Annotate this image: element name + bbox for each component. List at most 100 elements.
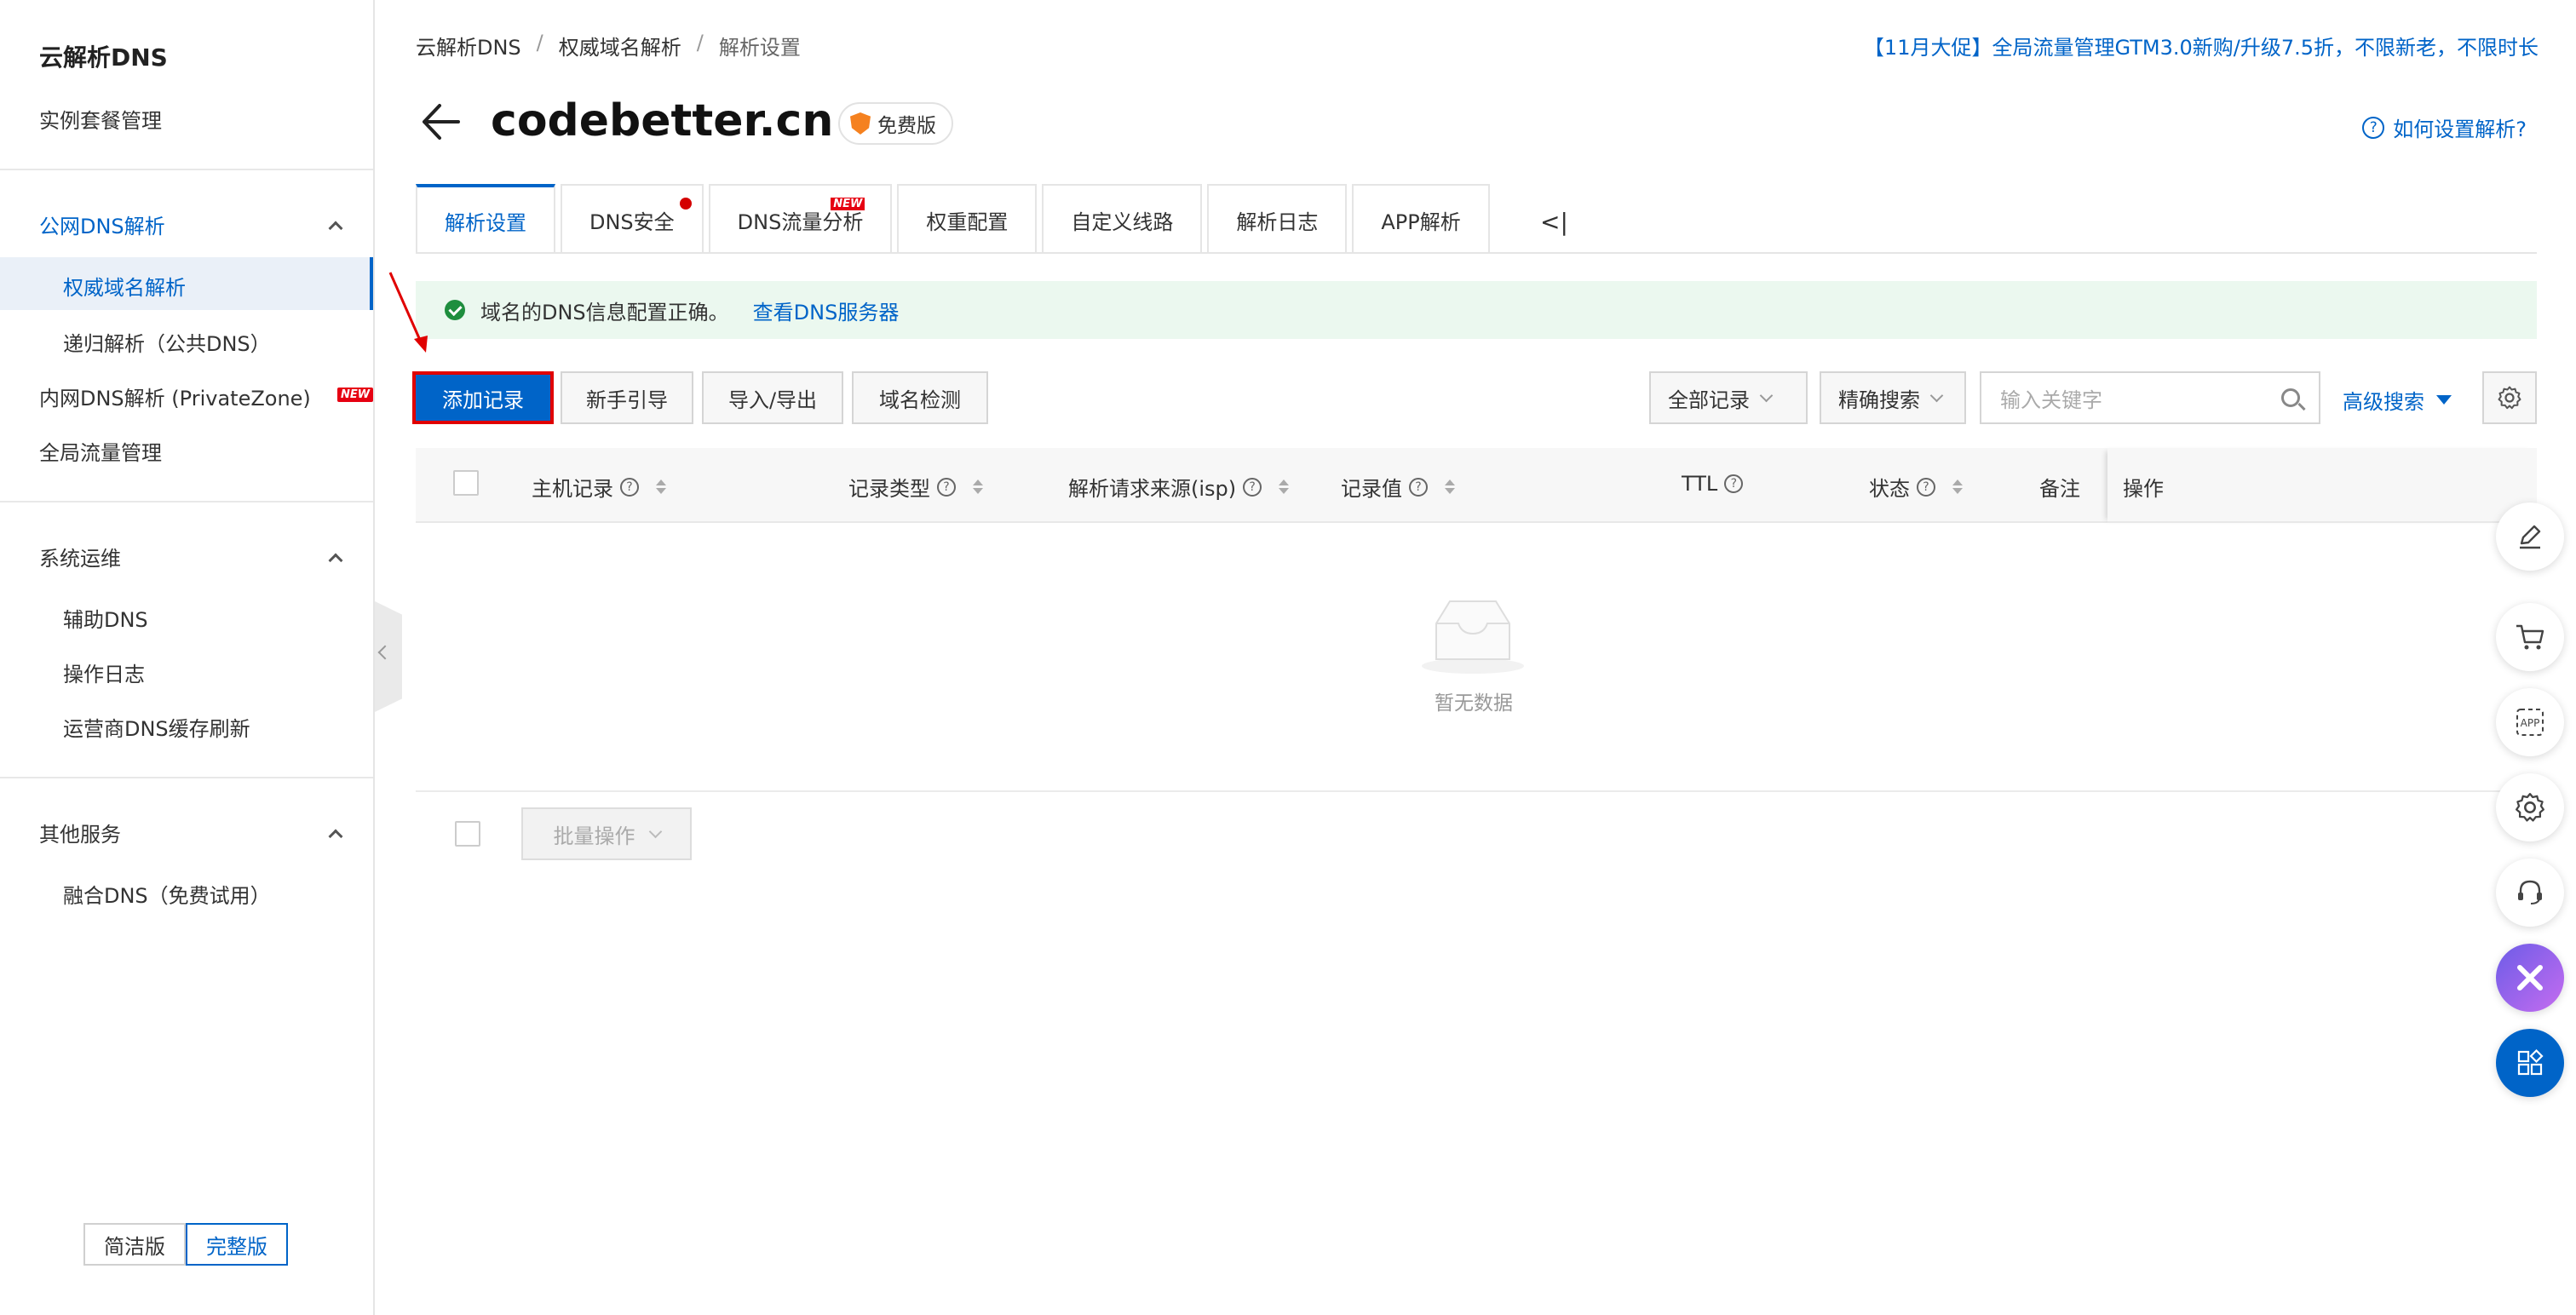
sidebar-item-secondary-dns[interactable]: 辅助DNS [63, 603, 148, 633]
breadcrumb-item[interactable]: 云解析DNS [416, 31, 521, 60]
help-link[interactable]: ? 如何设置解析? [2362, 112, 2527, 142]
back-arrow-icon[interactable] [419, 100, 462, 143]
promo-link[interactable]: 【11月大促】全局流量管理GTM3.0新购/升级7.5折，不限新老，不限时长 [1864, 31, 2539, 60]
help-icon[interactable]: ? [1724, 474, 1744, 493]
chevron-down-icon [648, 824, 662, 838]
settings-float-button[interactable] [2496, 773, 2564, 841]
sidebar-item-private-zone[interactable]: 内网DNS解析 (PrivateZone) [39, 382, 311, 411]
help-icon[interactable]: ? [1917, 477, 1935, 497]
search-mode-select[interactable]: 精确搜索 [1820, 371, 1966, 424]
col-label: 主机记录 [532, 477, 613, 501]
sidebar-item-authoritative[interactable]: 权威域名解析 [63, 271, 186, 301]
batch-select-checkbox[interactable] [455, 821, 480, 847]
dns-status-notice: 域名的DNS信息配置正确。 查看DNS服务器 [416, 281, 2537, 339]
help-icon[interactable]: ? [937, 477, 956, 497]
tab-bar: 解析设置 DNS安全 DNS流量分析 NEW 权重配置 自定义线路 解析日志 AP… [416, 184, 1495, 254]
cart-button[interactable] [2496, 603, 2564, 671]
col-value[interactable]: 记录值 ? [1341, 472, 1455, 502]
tab-traffic-analysis[interactable]: DNS流量分析 NEW [708, 184, 893, 254]
batch-label: 批量操作 [553, 824, 635, 848]
select-value: 全部记录 [1668, 388, 1750, 412]
tab-dns-log[interactable]: 解析日志 [1207, 184, 1348, 254]
select-all-checkbox-wrap [453, 470, 479, 496]
sidebar-group-label: 其他服务 [39, 823, 121, 847]
view-dns-servers-link[interactable]: 查看DNS服务器 [753, 296, 900, 325]
batch-operation-button[interactable]: 批量操作 [521, 807, 692, 860]
keyword-search-input[interactable]: 输入关键字 [1980, 371, 2320, 424]
support-button[interactable] [2496, 858, 2564, 927]
sidebar-item-cache-refresh[interactable]: 运营商DNS缓存刷新 [63, 712, 250, 742]
sidebar-active-row[interactable] [0, 257, 373, 310]
help-icon[interactable]: ? [1243, 477, 1262, 497]
help-icon[interactable]: ? [620, 477, 639, 497]
record-filter-select[interactable]: 全部记录 [1649, 371, 1808, 424]
col-isp[interactable]: 解析请求来源(isp) ? [1068, 472, 1290, 502]
breadcrumb-item[interactable]: 权威域名解析 [559, 31, 681, 60]
breadcrumb-separator: / [696, 31, 704, 55]
select-all-checkbox[interactable] [453, 470, 479, 496]
sort-icon[interactable] [1445, 479, 1455, 494]
import-export-button[interactable]: 导入/导出 [702, 371, 843, 424]
chevron-up-icon [328, 829, 343, 843]
notification-dot [679, 198, 692, 210]
feedback-button[interactable] [2496, 502, 2564, 571]
sort-icon[interactable] [973, 479, 983, 494]
help-icon[interactable]: ? [1409, 477, 1428, 497]
app-button[interactable]: APP [2496, 688, 2564, 756]
simple-mode-button[interactable]: 简洁版 [83, 1223, 186, 1266]
sidebar-collapse-handle[interactable] [375, 601, 402, 712]
sidebar-group-ops[interactable]: 系统运维 [39, 542, 346, 571]
empty-box-icon [1422, 600, 1524, 674]
caret-down-icon [2436, 395, 2452, 405]
gear-icon [2498, 386, 2521, 410]
widgets-button[interactable] [2496, 1029, 2564, 1097]
sidebar-group-public-dns[interactable]: 公网DNS解析 [39, 210, 346, 239]
table-settings-button[interactable] [2482, 371, 2537, 424]
plan-badge: 免费版 [838, 102, 953, 145]
sidebar-item-operation-log[interactable]: 操作日志 [63, 658, 145, 687]
sidebar-item-global-traffic[interactable]: 全局流量管理 [39, 436, 162, 466]
beginner-guide-button[interactable]: 新手引导 [561, 371, 693, 424]
select-value: 精确搜索 [1838, 388, 1920, 412]
col-label: TTL [1682, 472, 1718, 496]
active-indicator [370, 257, 373, 310]
domain-check-button[interactable]: 域名检测 [852, 371, 988, 424]
tab-custom-line[interactable]: 自定义线路 [1042, 184, 1203, 254]
sidebar-item-fusion-dns[interactable]: 融合DNS（免费试用） [63, 879, 271, 909]
sidebar-group-label: 系统运维 [39, 547, 121, 571]
tab-dns-security[interactable]: DNS安全 [561, 184, 704, 254]
sidebar-title: 云解析DNS [39, 43, 168, 72]
sort-icon[interactable] [1279, 479, 1290, 494]
sidebar-divider [0, 169, 373, 170]
notice-text: 域名的DNS信息配置正确。 [480, 300, 729, 324]
add-record-button[interactable]: 添加记录 [412, 371, 554, 424]
advanced-search-button[interactable]: 高级搜索 [2343, 385, 2452, 415]
plan-label: 免费版 [877, 115, 936, 137]
sidebar-item-instance-mgmt[interactable]: 实例套餐管理 [39, 104, 162, 134]
shield-icon [850, 112, 871, 135]
annotation-arrow-icon [388, 272, 428, 353]
tab-dns-settings[interactable]: 解析设置 [416, 184, 555, 254]
search-icon[interactable] [2281, 388, 2300, 407]
chevron-down-icon [1929, 388, 1944, 402]
col-host[interactable]: 主机记录 ? [532, 472, 666, 502]
tab-weight-config[interactable]: 权重配置 [897, 184, 1038, 254]
help-label: 如何设置解析? [2393, 118, 2527, 141]
tab-collapse-icon[interactable]: <| [1540, 208, 1568, 236]
col-remark: 备注 [2039, 472, 2080, 502]
full-mode-button[interactable]: 完整版 [186, 1223, 288, 1266]
sticky-action-column [2107, 448, 2537, 523]
sidebar-group-other[interactable]: 其他服务 [39, 818, 346, 847]
col-type[interactable]: 记录类型 ? [848, 472, 983, 502]
tab-app-dns[interactable]: APP解析 [1352, 184, 1490, 254]
tab-label: 解析日志 [1236, 210, 1319, 234]
sort-icon[interactable] [1952, 479, 1963, 494]
sidebar-item-recursive[interactable]: 递归解析（公共DNS） [63, 327, 271, 357]
col-status[interactable]: 状态 ? [1869, 472, 1963, 502]
ai-assistant-button[interactable] [2496, 944, 2564, 1012]
ai-assistant-icon [2517, 965, 2543, 991]
sort-icon[interactable] [656, 479, 666, 494]
sidebar-group-label: 公网DNS解析 [39, 215, 165, 238]
col-label: 记录值 [1341, 477, 1402, 501]
search-placeholder: 输入关键字 [2000, 388, 2102, 412]
